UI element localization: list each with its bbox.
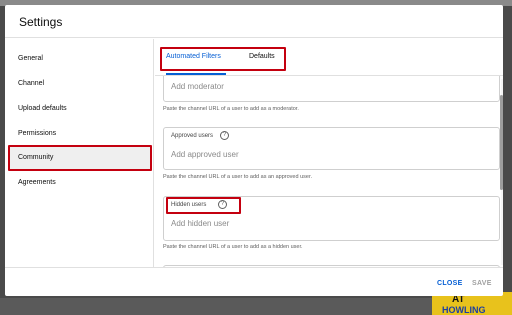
- hidden-users-input[interactable]: [171, 219, 491, 228]
- sidebar-item-upload-defaults[interactable]: Upload defaults: [9, 97, 151, 121]
- moderator-hint: Paste the channel URL of a user to add a…: [163, 106, 299, 112]
- thumbnail-subtitle: HOWLING: [442, 305, 486, 315]
- approved-users-label: Approved users: [171, 133, 214, 139]
- approved-users-help-icon[interactable]: ?: [220, 131, 229, 140]
- tab-automated-filters[interactable]: Automated Filters: [166, 53, 221, 60]
- hidden-users-hint: Paste the channel URL of a user to add a…: [163, 244, 303, 250]
- hidden-users-help-icon[interactable]: ?: [218, 200, 227, 209]
- active-tab-indicator: [166, 73, 226, 75]
- hidden-users-field[interactable]: Hidden users ?: [163, 196, 500, 241]
- hidden-users-label: Hidden users: [171, 202, 207, 208]
- sidebar-item-channel[interactable]: Channel: [9, 72, 151, 96]
- filter-tabs: Automated Filters Defaults: [155, 39, 503, 76]
- dialog-title: Settings: [19, 15, 63, 29]
- close-button[interactable]: CLOSE: [437, 280, 463, 287]
- tab-defaults[interactable]: Defaults: [249, 53, 275, 60]
- scrollbar-thumb[interactable]: [500, 95, 503, 190]
- save-button[interactable]: SAVE: [472, 280, 492, 287]
- settings-dialog: Settings General Channel Upload defaults…: [5, 5, 503, 296]
- settings-sidebar: General Channel Upload defaults Permissi…: [5, 39, 154, 267]
- sidebar-item-permissions[interactable]: Permissions: [9, 122, 151, 146]
- approved-users-input[interactable]: [171, 150, 491, 159]
- sidebar-item-general[interactable]: General: [9, 47, 151, 71]
- approved-users-hint: Paste the channel URL of a user to add a…: [163, 174, 313, 180]
- dialog-header: Settings: [5, 5, 503, 38]
- dialog-footer: CLOSE SAVE: [5, 267, 503, 296]
- settings-content: Paste the channel URL of a user to add a…: [155, 39, 503, 267]
- sidebar-item-agreements[interactable]: Agreements: [9, 171, 151, 195]
- approved-users-field[interactable]: Approved users ?: [163, 127, 500, 170]
- sidebar-item-community[interactable]: Community: [9, 146, 151, 170]
- moderator-input[interactable]: [171, 82, 491, 91]
